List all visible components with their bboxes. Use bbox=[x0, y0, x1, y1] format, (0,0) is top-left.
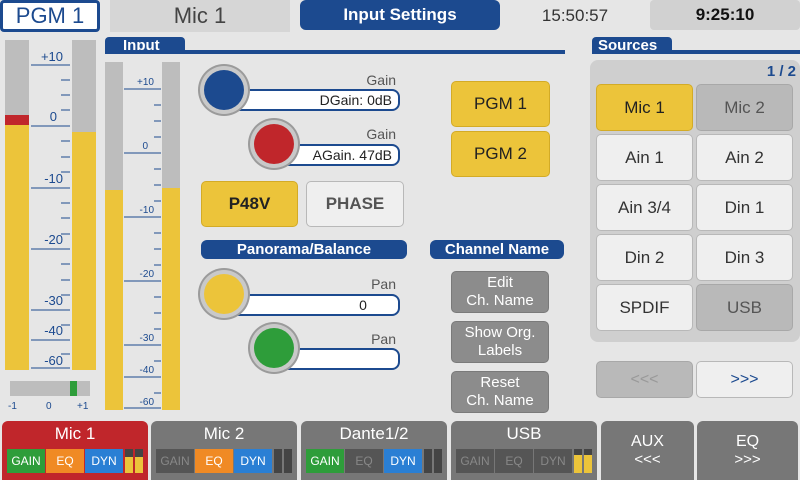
sources-next-button[interactable]: >>> bbox=[696, 361, 793, 398]
meter-level bbox=[162, 188, 180, 410]
reset-name-button[interactable]: Reset Ch. Name bbox=[451, 371, 549, 413]
meter-level bbox=[72, 132, 96, 370]
mini-meter bbox=[574, 449, 582, 473]
pan1-label: Pan bbox=[371, 276, 396, 292]
channel-tab-label: Mic 1 bbox=[54, 424, 96, 443]
dgain-label: Gain bbox=[366, 72, 396, 88]
channel-badge[interactable]: PGM 1 bbox=[0, 0, 100, 32]
channel-tab-mic2[interactable]: Mic 2 GAIN EQ DYN bbox=[151, 421, 297, 480]
source-ain34[interactable]: Ain 3/4 bbox=[596, 184, 693, 231]
channel-tab-label: Mic 2 bbox=[203, 424, 245, 443]
tick-lines bbox=[124, 88, 161, 409]
tick-lines bbox=[31, 64, 70, 369]
aux-arrow: <<< bbox=[634, 451, 661, 468]
input-meter-scale: +10 0 -10 -20 -30 -40 -60 bbox=[124, 62, 161, 410]
eq-nav-button[interactable]: EQ >>> bbox=[697, 421, 798, 480]
channel-name-title: Channel Name bbox=[430, 240, 564, 259]
source-din3[interactable]: Din 3 bbox=[696, 234, 793, 281]
channel-tab-mic1[interactable]: Mic 1 GAIN EQ DYN bbox=[2, 421, 148, 480]
eq-indicator: EQ bbox=[46, 449, 84, 473]
mini-meter bbox=[424, 449, 432, 473]
input-meter-left bbox=[105, 62, 123, 410]
section-divider bbox=[105, 50, 565, 54]
mini-meter bbox=[434, 449, 442, 473]
source-mic2[interactable]: Mic 2 bbox=[696, 84, 793, 131]
pgm2-button[interactable]: PGM 2 bbox=[451, 131, 550, 177]
again-knob[interactable] bbox=[254, 124, 294, 164]
dyn-indicator: DYN bbox=[234, 449, 272, 473]
dyn-indicator: DYN bbox=[384, 449, 422, 473]
gain-indicator: GAIN bbox=[306, 449, 344, 473]
source-din2[interactable]: Din 2 bbox=[596, 234, 693, 281]
mini-meter bbox=[584, 449, 592, 473]
show-labels-button[interactable]: Show Org. Labels bbox=[451, 321, 549, 363]
dgain-knob[interactable] bbox=[204, 70, 244, 110]
page-title: Input Settings bbox=[300, 0, 500, 30]
meter-peak bbox=[5, 115, 29, 125]
gain-indicator: GAIN bbox=[156, 449, 194, 473]
dyn-indicator: DYN bbox=[534, 449, 572, 473]
dgain-field[interactable]: DGain: 0dB bbox=[226, 89, 400, 111]
aux-nav-button[interactable]: AUX <<< bbox=[601, 421, 694, 480]
balance-marker bbox=[70, 381, 77, 396]
balance-label-left: -1 bbox=[8, 401, 17, 412]
channel-tab-dante[interactable]: Dante1/2 GAIN EQ DYN bbox=[301, 421, 447, 480]
eq-indicator: EQ bbox=[345, 449, 383, 473]
gain-indicator: GAIN bbox=[7, 449, 45, 473]
meter-scale: +10 0 -10 -20 -30 -40 -60 bbox=[31, 40, 70, 370]
output-meter-left bbox=[5, 40, 29, 370]
pan1-knob[interactable] bbox=[204, 274, 244, 314]
channel-tab-usb[interactable]: USB GAIN EQ DYN bbox=[451, 421, 597, 480]
source-ain2[interactable]: Ain 2 bbox=[696, 134, 793, 181]
eq-arrow: >>> bbox=[734, 451, 761, 468]
phase-button[interactable]: PHASE bbox=[306, 181, 404, 227]
sources-prev-button[interactable]: <<< bbox=[596, 361, 693, 398]
input-meter-right bbox=[162, 62, 180, 410]
eq-indicator: EQ bbox=[195, 449, 233, 473]
channel-label: PGM 1 bbox=[15, 3, 85, 28]
clock-elapsed: 9:25:10 bbox=[650, 0, 800, 30]
meter-level bbox=[105, 190, 123, 410]
balance-label-right: +1 bbox=[77, 401, 89, 412]
pan2-knob[interactable] bbox=[254, 328, 294, 368]
source-mic1[interactable]: Mic 1 bbox=[596, 84, 693, 131]
edit-name-button[interactable]: Edit Ch. Name bbox=[451, 271, 549, 313]
pan-section-title: Panorama/Balance bbox=[201, 240, 407, 259]
input-name: Mic 1 bbox=[110, 0, 290, 32]
mini-meter bbox=[274, 449, 282, 473]
balance-label-center: 0 bbox=[46, 401, 52, 412]
source-din1[interactable]: Din 1 bbox=[696, 184, 793, 231]
pgm1-button[interactable]: PGM 1 bbox=[451, 81, 550, 127]
source-usb[interactable]: USB bbox=[696, 284, 793, 331]
output-meter-right bbox=[72, 40, 96, 370]
mini-meter bbox=[284, 449, 292, 473]
aux-label: AUX bbox=[631, 433, 664, 450]
balance-indicator bbox=[10, 381, 90, 396]
pan2-label: Pan bbox=[371, 331, 396, 347]
channel-tab-label: USB bbox=[506, 424, 542, 443]
channel-tab-label: Dante1/2 bbox=[339, 424, 409, 443]
mini-meter bbox=[125, 449, 133, 473]
pan1-field[interactable]: 0 bbox=[226, 294, 400, 316]
meter-level bbox=[5, 125, 29, 370]
eq-label: EQ bbox=[735, 433, 760, 450]
gain-indicator: GAIN bbox=[456, 449, 494, 473]
source-ain1[interactable]: Ain 1 bbox=[596, 134, 693, 181]
again-label: Gain bbox=[366, 126, 396, 142]
section-divider bbox=[592, 50, 800, 54]
mini-meter bbox=[135, 449, 143, 473]
clock-current: 15:50:57 bbox=[541, 6, 609, 25]
p48v-button[interactable]: P48V bbox=[201, 181, 298, 227]
source-spdif[interactable]: SPDIF bbox=[596, 284, 693, 331]
eq-indicator: EQ bbox=[495, 449, 533, 473]
sources-page-indicator: 1 / 2 bbox=[766, 63, 796, 80]
dyn-indicator: DYN bbox=[85, 449, 123, 473]
